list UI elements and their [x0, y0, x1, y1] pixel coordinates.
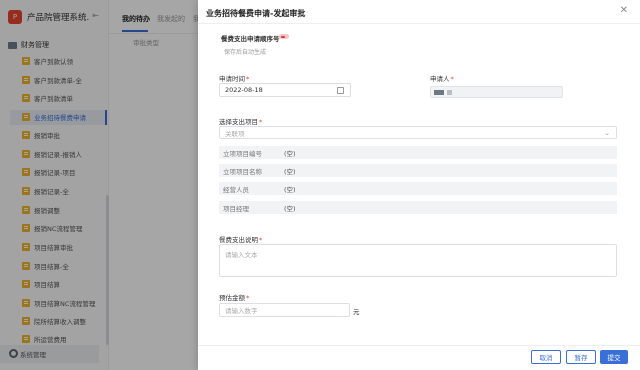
amount-label: 预估金额* [219, 292, 249, 302]
desc-label: 餐费支出说明* [219, 234, 262, 244]
drawer-header: 业务招待餐费申请-发起审批 ✕ [198, 0, 640, 24]
cancel-button[interactable]: 取消 [531, 350, 561, 364]
apply-date-label: 申请时间* [219, 73, 249, 83]
amount-label-text: 预估金额 [219, 294, 245, 302]
info-row-project-code: 立项项目编号 (空) [219, 146, 617, 159]
applicant-label-text: 申请人 [430, 75, 450, 83]
chevron-down-icon: ⌄ [604, 129, 610, 137]
desc-label-text: 餐费支出说明 [219, 236, 258, 244]
submit-button[interactable]: 提交 [600, 350, 628, 364]
calendar-icon [337, 87, 344, 94]
applicant-field [430, 86, 563, 98]
info-value: (空) [284, 204, 296, 213]
info-key: 立项项目编号 [223, 149, 262, 158]
serial-label: 餐费支出申请顺序号 [221, 35, 280, 43]
project-label: 选择支出项目* [219, 116, 262, 126]
applicant-redacted [434, 90, 444, 95]
project-label-text: 选择支出项目 [219, 118, 258, 126]
required-mark: * [259, 236, 263, 244]
info-row-project-name: 立项项目名称 (空) [219, 164, 617, 177]
applicant-redacted-suffix [447, 90, 452, 95]
amount-input[interactable]: 请输入数字 [219, 303, 350, 317]
drawer-title: 业务招待餐费申请-发起审批 [206, 9, 306, 18]
apply-date-value: 2022-08-18 [225, 86, 263, 94]
info-key: 立项项目名称 [223, 167, 262, 176]
info-row-operator: 经营人员 (空) [219, 182, 617, 195]
desc-textarea[interactable]: 请输入文本 [219, 244, 617, 277]
close-icon[interactable]: ✕ [620, 5, 628, 16]
save-draft-button[interactable]: 暂存 [566, 350, 596, 364]
serial-hint: 保存后自动生成 [224, 49, 267, 56]
project-select-placeholder: 关联项 [225, 129, 245, 138]
apply-date-label-text: 申请时间 [219, 75, 245, 83]
info-value: (空) [284, 149, 296, 158]
info-value: (空) [284, 185, 296, 194]
applicant-label: 申请人* [430, 73, 454, 83]
required-mark: * [450, 75, 454, 83]
amount-unit: 元 [353, 308, 360, 316]
serial-toggle[interactable] [279, 34, 289, 39]
required-mark: * [246, 75, 250, 83]
required-mark: * [246, 294, 250, 302]
info-key: 经营人员 [223, 185, 249, 194]
required-mark: * [259, 118, 263, 126]
apply-date-input[interactable]: 2022-08-18 [219, 83, 351, 97]
info-key: 项目经理 [223, 204, 249, 213]
project-select[interactable]: 关联项 ⌄ [219, 126, 617, 139]
info-value: (空) [284, 167, 296, 176]
info-row-project-manager: 项目经理 (空) [219, 201, 617, 214]
